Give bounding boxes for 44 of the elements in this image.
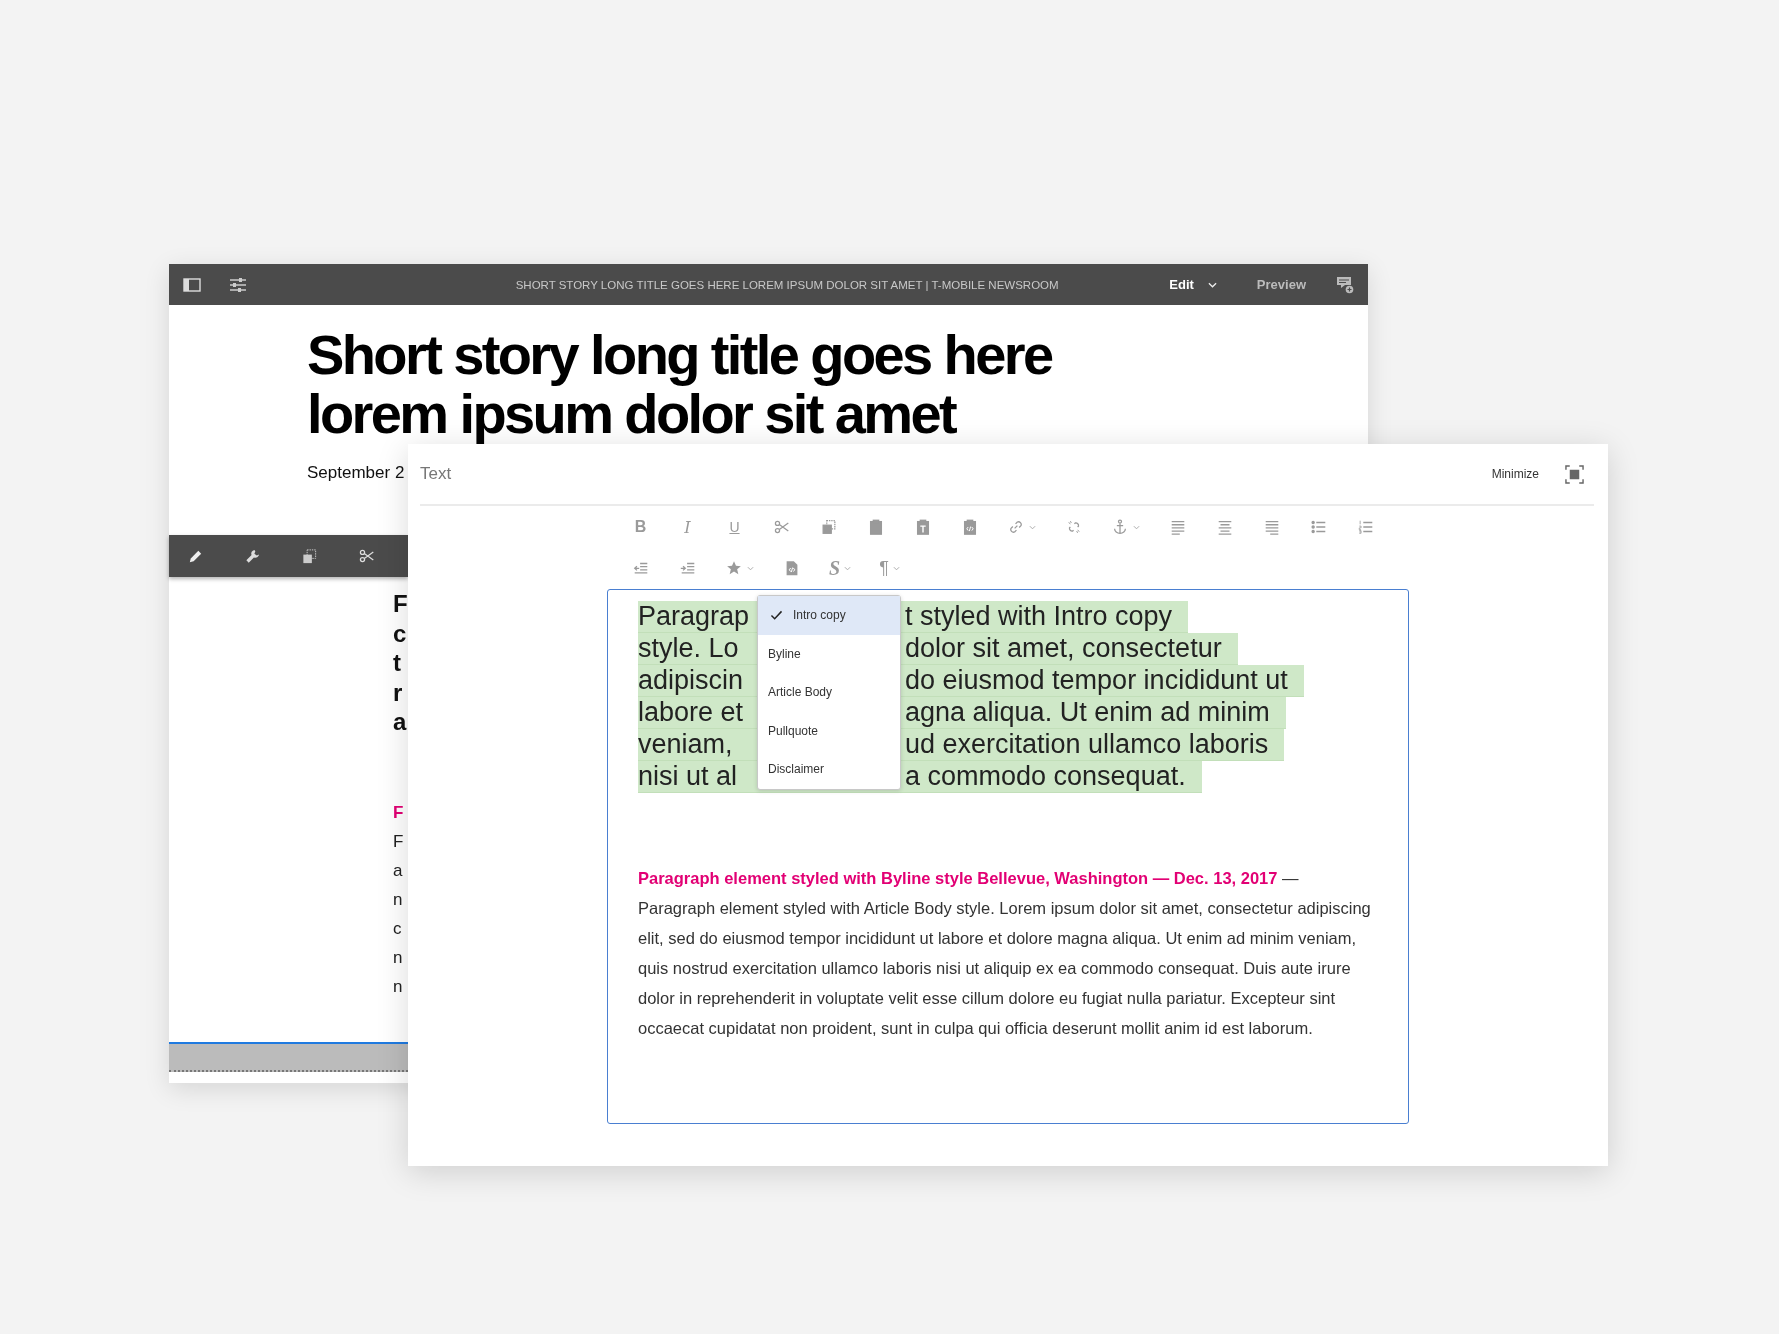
body-paragraph: Paragraph element styled with Article Body style. Lorem ipsum dolor sit amet, consectetur adipiscing elit, sed do eiusmod tempor incididunt ut labore et dolore magna aliqua. Ut enim ad minim veniam, quis nostrud exercitation ullamco laboris nisi ut aliquip ex ea commodo consequat. Duis aute irure dolor in reprehenderit in voluptate velit esse cillum dolore eu fugiat nulla pariatur. Excepteur sint occaecat cupidatat non proident, sunt in culpa qui officia deserunt mollit anim id est laborum. bbox=[638, 898, 1372, 1039]
drop-zone[interactable] bbox=[169, 1042, 408, 1072]
chevron-down-icon bbox=[844, 565, 852, 571]
article-text: c bbox=[393, 917, 402, 940]
scissors-icon bbox=[772, 518, 791, 536]
anchor-icon bbox=[1111, 518, 1129, 536]
article-text: a bbox=[393, 707, 407, 737]
article-text: t bbox=[393, 648, 401, 678]
menu-item[interactable]: Intro copy bbox=[758, 596, 900, 635]
article-headline: Short story long title goes here bbox=[307, 325, 1052, 384]
article-text: F bbox=[393, 801, 404, 824]
scissors-icon[interactable] bbox=[358, 547, 376, 565]
article-text: F bbox=[393, 589, 408, 619]
wrench-icon[interactable] bbox=[244, 547, 261, 565]
chevron-down-icon bbox=[1133, 524, 1140, 530]
dialog-title: Text bbox=[420, 464, 453, 484]
article-text: n bbox=[393, 946, 403, 969]
chevron-down-icon bbox=[1029, 524, 1036, 530]
mode-dropdown[interactable]: Edit bbox=[1169, 277, 1217, 292]
article-text: F bbox=[393, 830, 404, 853]
chevron-down-icon bbox=[747, 565, 754, 571]
article-text: r bbox=[393, 677, 403, 707]
star-icon bbox=[725, 559, 743, 577]
article-text: n bbox=[393, 888, 403, 911]
article-text: c bbox=[393, 618, 407, 648]
sidebar-toggle-icon[interactable] bbox=[183, 277, 201, 292]
link-icon bbox=[1007, 518, 1025, 536]
byline-paragraph: Paragraph element styled with Byline style Bellevue, Washington — Dec. 13, 2017 — bbox=[638, 868, 1300, 889]
numbered-list-icon bbox=[1356, 518, 1375, 536]
minimize-button[interactable]: Minimize bbox=[1491, 467, 1539, 481]
copy-icon[interactable] bbox=[301, 547, 318, 565]
article-date: September 2 bbox=[307, 463, 405, 483]
fullscreen-icon[interactable] bbox=[1565, 464, 1584, 484]
article-text: n bbox=[393, 975, 403, 998]
rich-text-field[interactable] bbox=[607, 589, 1409, 1124]
chevron-down-icon bbox=[892, 565, 900, 571]
checkmark-icon bbox=[770, 609, 783, 621]
preview-button[interactable]: Preview bbox=[1256, 277, 1306, 292]
comment-add-icon[interactable] bbox=[1336, 275, 1354, 294]
bullet-list-icon bbox=[1309, 518, 1328, 536]
sliders-icon[interactable] bbox=[229, 276, 247, 293]
page-title: SHORT STORY LONG TITLE GOES HERE LOREM IPSUM DOLOR SIT AMET | T-MOBILE NEWSROOM bbox=[514, 278, 1060, 291]
chevron-down-icon bbox=[1207, 281, 1217, 288]
article-text: a bbox=[393, 859, 403, 882]
